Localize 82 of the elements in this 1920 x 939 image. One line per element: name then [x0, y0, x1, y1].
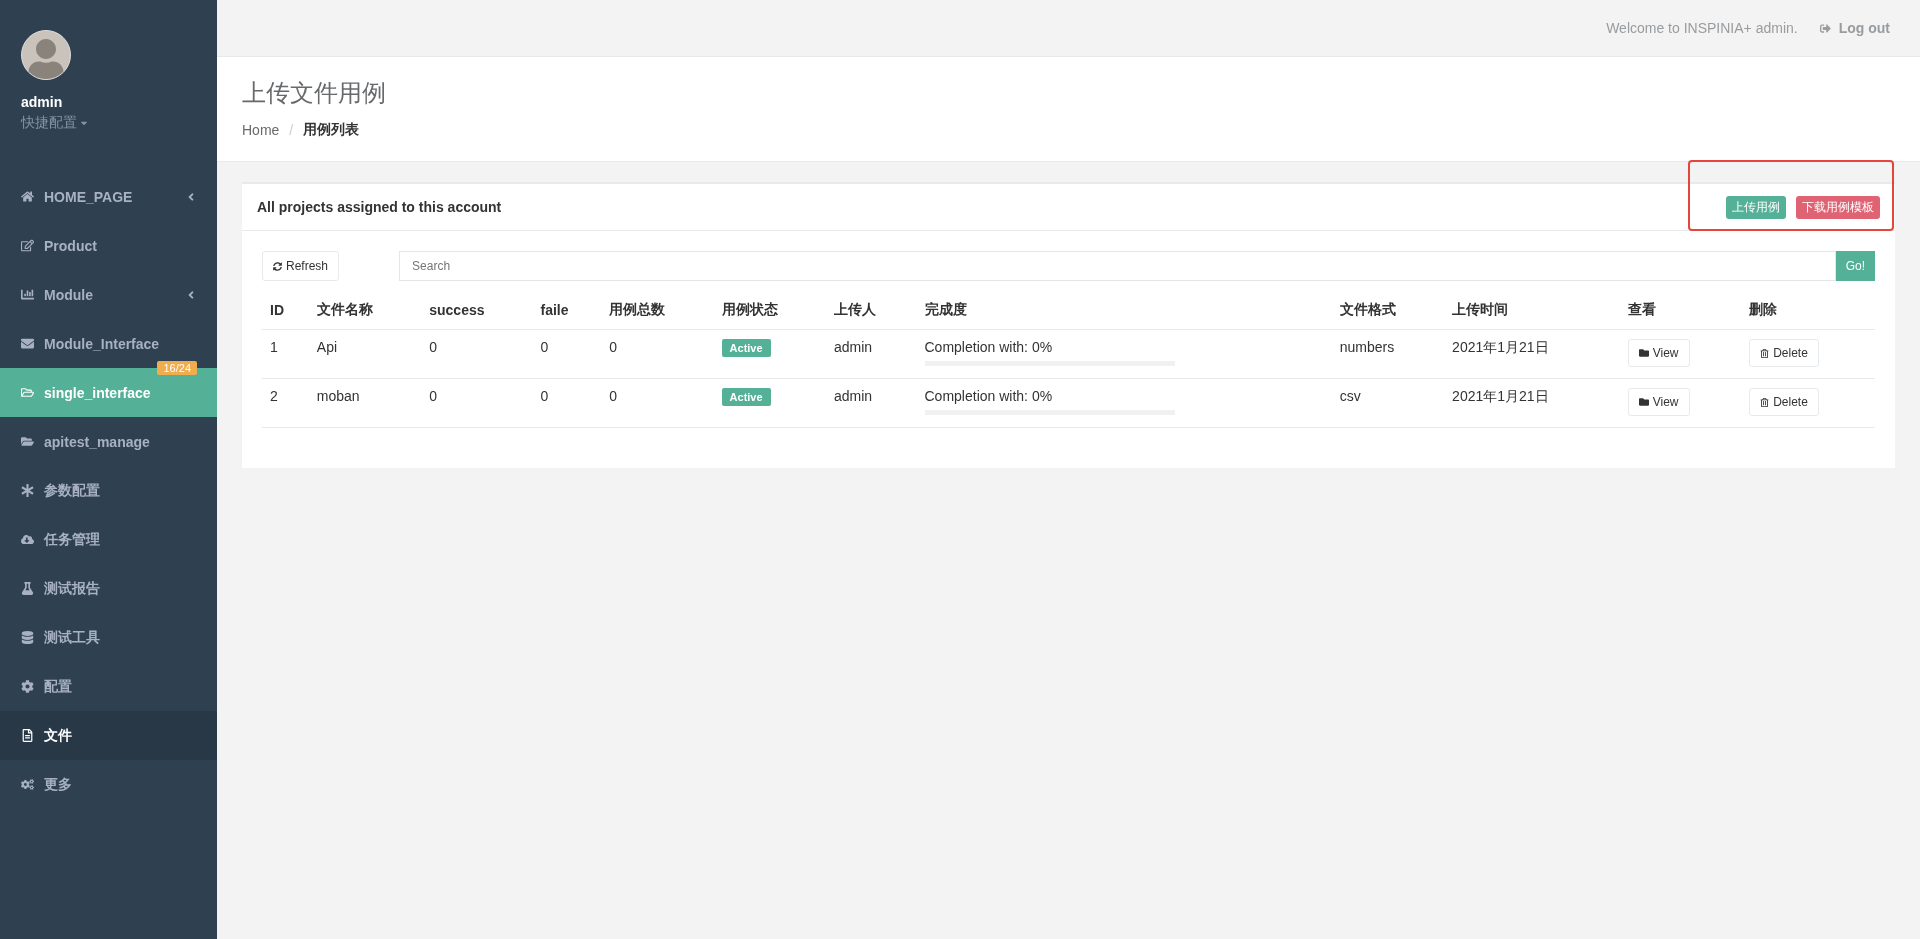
completion-text: Completion with: 0%: [924, 388, 1053, 404]
nav-item[interactable]: 测试报告: [0, 564, 217, 613]
logout-link[interactable]: Log out: [1819, 20, 1890, 36]
upload-button[interactable]: 上传用例: [1726, 195, 1786, 219]
gears-icon: [21, 778, 34, 791]
panel-title: All projects assigned to this account: [257, 199, 503, 215]
user-name: admin: [21, 94, 63, 110]
table-cell: 0: [421, 329, 533, 379]
settings-icon: [21, 680, 34, 693]
table-cell: 2021年1月21日: [1444, 329, 1620, 379]
nav-item[interactable]: 参数配置: [0, 466, 217, 515]
column-header: 文件格式: [1331, 291, 1445, 330]
asterisk-icon: [21, 484, 34, 497]
bar-chart-icon: [21, 288, 34, 301]
column-header: 文件名称: [308, 291, 422, 330]
status-label: Active: [721, 388, 771, 406]
go-button[interactable]: Go!: [1835, 251, 1875, 281]
completion-text: Completion with: 0%: [924, 339, 1053, 355]
table-cell: 2: [262, 378, 309, 428]
nav-item[interactable]: Module: [0, 270, 217, 319]
view-button[interactable]: View: [1627, 388, 1690, 416]
column-header: faile: [532, 291, 602, 330]
table-cell: 0: [601, 329, 714, 379]
column-header: success: [421, 291, 533, 330]
column-header: 上传时间: [1444, 291, 1620, 330]
nav-item[interactable]: HOME_PAGE: [0, 172, 217, 221]
page-title: 上传文件用例: [242, 78, 387, 108]
table-cell: 2021年1月21日: [1444, 378, 1620, 428]
delete-button[interactable]: Delete: [1749, 388, 1819, 416]
table-cell: 0: [601, 378, 714, 428]
avatar: [21, 30, 71, 80]
welcome-text: Welcome to INSPINIA+ admin.: [1606, 20, 1798, 36]
download-template-button[interactable]: 下载用例模板: [1796, 195, 1880, 219]
flask-icon: [21, 582, 34, 595]
nav-item[interactable]: 文件: [0, 711, 217, 760]
nav-item[interactable]: Product: [0, 221, 217, 270]
search-field[interactable]: Search: [399, 251, 1836, 281]
table-cell: Api: [308, 329, 422, 379]
status-label: Active: [721, 339, 771, 357]
view-button[interactable]: View: [1627, 339, 1690, 367]
file-icon: [21, 729, 34, 742]
table-cell: 0: [532, 378, 602, 428]
table-cell: admin: [825, 378, 917, 428]
table-cell: 0: [532, 329, 602, 379]
column-header: 完成度: [916, 291, 1332, 330]
trash-icon: [1760, 397, 1770, 407]
nav-item[interactable]: apitest_manage: [0, 417, 217, 466]
column-header: 上传人: [825, 291, 917, 330]
table-cell: csv: [1331, 378, 1445, 428]
table-cell: moban: [308, 378, 422, 428]
database-icon: [21, 631, 34, 644]
folder-icon: [1638, 397, 1649, 407]
breadcrumb-link[interactable]: 用例列表: [303, 121, 360, 139]
table-cell: admin: [825, 329, 917, 379]
nav-item[interactable]: 配置: [0, 662, 217, 711]
quick-config-menu[interactable]: 快捷配置: [21, 114, 89, 132]
cloud-download-icon: [21, 533, 34, 546]
column-header: 查看: [1619, 291, 1742, 330]
table-cell: 1: [262, 329, 309, 379]
refresh-button[interactable]: Refresh: [262, 251, 340, 281]
delete-button[interactable]: Delete: [1749, 339, 1819, 367]
count-badge: 16/24: [157, 361, 197, 375]
column-header: 用例状态: [713, 291, 826, 330]
column-header: 用例总数: [601, 291, 714, 330]
folder-icon: [21, 386, 34, 399]
home-icon: [21, 190, 34, 203]
sign-out-icon: [1819, 22, 1831, 34]
column-header: ID: [262, 291, 309, 330]
nav-item[interactable]: 更多: [0, 760, 217, 809]
column-header: 删除: [1741, 291, 1875, 330]
edit-icon: [21, 239, 34, 252]
trash-icon: [1760, 348, 1770, 358]
nav-item[interactable]: 任务管理: [0, 515, 217, 564]
table-cell: numbers: [1331, 329, 1445, 379]
folder-icon: [21, 435, 34, 448]
nav-item[interactable]: 测试工具: [0, 613, 217, 662]
folder-icon: [1638, 348, 1649, 358]
table-cell: 0: [421, 378, 533, 428]
envelope-icon: [21, 337, 34, 350]
refresh-icon: [273, 261, 282, 271]
breadcrumb-link[interactable]: Home: [242, 122, 280, 138]
breadcrumb-separator: /: [289, 122, 294, 138]
